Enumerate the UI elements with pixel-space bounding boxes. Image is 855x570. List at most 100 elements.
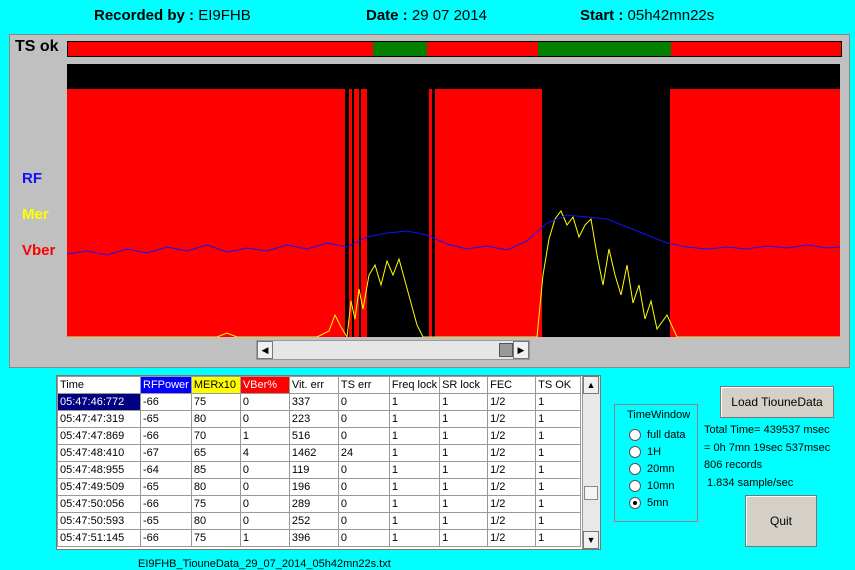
table-cell: 1	[535, 529, 582, 547]
start-label: Start :	[580, 7, 624, 24]
table-row[interactable]: 05:47:50:593 -65 80 0 252 0 1 1 1/2 1	[57, 512, 582, 530]
radio-full-data[interactable]: full data	[629, 429, 686, 441]
tsok-label: TS ok	[15, 38, 59, 55]
radio-icon[interactable]	[629, 480, 641, 492]
radio-icon[interactable]	[629, 463, 641, 475]
table-cell: 05:47:47:869	[57, 427, 141, 445]
table-cell: 1	[535, 393, 582, 411]
table-cell: 05:47:49:509	[57, 478, 141, 496]
arrow-left-icon[interactable]: ◀	[257, 341, 273, 359]
table-cell: 119	[288, 461, 339, 479]
table-cell: -65	[140, 410, 192, 428]
table-cell: 05:47:46:772	[57, 393, 141, 411]
table-cell: 80	[190, 478, 241, 496]
table-cell: 1	[388, 461, 441, 479]
table-cell: 1	[535, 427, 582, 445]
col-header-tsok[interactable]: TS OK	[535, 376, 582, 394]
col-header-srlock[interactable]: SR lock	[439, 376, 489, 394]
table-cell: 196	[288, 478, 339, 496]
chart-panel: TS ok RF Mer Vber ◀ ▶	[9, 34, 850, 368]
col-header-fec[interactable]: FEC	[487, 376, 537, 394]
table-cell: 1	[439, 495, 489, 513]
radio-1h[interactable]: 1H	[629, 446, 661, 458]
table-row[interactable]: 05:47:47:869 -66 70 1 516 0 1 1 1/2 1	[57, 427, 582, 445]
table-cell: 0	[239, 393, 290, 411]
table-cell: 1/2	[487, 478, 537, 496]
table-cell: 1/2	[487, 393, 537, 411]
table-cell: 1/2	[487, 444, 537, 462]
table-cell: 1	[535, 410, 582, 428]
radio-icon[interactable]	[629, 446, 641, 458]
radio-icon[interactable]	[629, 429, 641, 441]
table-cell: 05:47:48:955	[57, 461, 141, 479]
date-value: 29 07 2014	[411, 7, 487, 24]
legend-vber: Vber	[22, 242, 56, 259]
table-cell: 1	[388, 495, 441, 513]
table-cell: 0	[337, 529, 390, 547]
lock-strip	[67, 64, 840, 89]
table-cell: 0	[239, 495, 290, 513]
horizontal-scrollbar[interactable]: ◀ ▶	[256, 340, 530, 360]
radio-20mn[interactable]: 20mn	[629, 463, 675, 475]
col-header-rfpower[interactable]: RFPower	[140, 376, 192, 394]
radio-label: 5mn	[647, 497, 669, 509]
table-cell: 0	[239, 478, 290, 496]
rf-trace	[67, 214, 840, 256]
recorded-by: Recorded by : EI9FHB	[94, 7, 251, 24]
table-cell: 1	[388, 478, 441, 496]
table-cell: 0	[337, 393, 390, 411]
vertical-scrollbar[interactable]: ▲ ▼	[582, 376, 600, 549]
radio-5mn[interactable]: 5mn	[629, 497, 668, 509]
vscroll-thumb[interactable]	[584, 486, 598, 500]
radio-10mn[interactable]: 10mn	[629, 480, 675, 492]
table-cell: 1	[439, 410, 489, 428]
start-display: Start : 05h42mn22s	[580, 7, 714, 24]
col-header-time[interactable]: Time	[57, 376, 141, 394]
table-cell: 80	[190, 410, 241, 428]
table-cell: 05:47:48:410	[57, 444, 141, 462]
table-cell: 396	[288, 529, 339, 547]
radio-selected-icon[interactable]	[629, 497, 641, 509]
records-count: 806 records	[704, 459, 763, 471]
data-table[interactable]: Time RFPower MERx10 VBer% Vit. err TS er…	[56, 375, 601, 550]
table-cell: 337	[288, 393, 339, 411]
table-cell: 516	[288, 427, 339, 445]
table-cell: 75	[190, 529, 241, 547]
arrow-down-icon[interactable]: ▼	[583, 531, 599, 549]
table-row[interactable]: 05:47:48:955 -64 85 0 119 0 1 1 1/2 1	[57, 461, 582, 479]
table-row[interactable]: 05:47:49:509 -65 80 0 196 0 1 1 1/2 1	[57, 478, 582, 496]
timewindow-group: TimeWindow full data 1H 20mn 10mn 5mn	[614, 404, 698, 522]
col-header-viterr[interactable]: Vit. err	[288, 376, 339, 394]
table-cell: 1	[388, 393, 441, 411]
table-cell: 1	[388, 512, 441, 530]
table-row[interactable]: 05:47:46:772 -66 75 0 337 0 1 1 1/2 1	[57, 393, 582, 411]
load-tiounedata-button[interactable]: Load TiouneData	[720, 386, 834, 418]
col-header-merx10[interactable]: MERx10	[190, 376, 241, 394]
data-filename: EI9FHB_TiouneData_29_07_2014_05h42mn22s.…	[138, 558, 391, 570]
table-cell: 05:47:50:056	[57, 495, 141, 513]
table-row[interactable]: 05:47:51:145 -66 75 1 396 0 1 1 1/2 1	[57, 529, 582, 547]
table-row[interactable]: 05:47:47:319 -65 80 0 223 0 1 1 1/2 1	[57, 410, 582, 428]
table-cell: 1	[439, 393, 489, 411]
col-header-tserr[interactable]: TS err	[337, 376, 390, 394]
col-header-freqlock[interactable]: Freq lock	[388, 376, 441, 394]
table-cell: -67	[140, 444, 192, 462]
table-cell: 1	[439, 427, 489, 445]
quit-button[interactable]: Quit	[745, 495, 817, 547]
scroll-thumb[interactable]	[499, 343, 513, 357]
arrow-right-icon[interactable]: ▶	[513, 341, 529, 359]
table-cell: 65	[190, 444, 241, 462]
col-header-vber[interactable]: VBer%	[239, 376, 290, 394]
table-row[interactable]: 05:47:50:056 -66 75 0 289 0 1 1 1/2 1	[57, 495, 582, 513]
table-header-row: Time RFPower MERx10 VBer% Vit. err TS er…	[57, 376, 582, 394]
table-cell: 1	[388, 529, 441, 547]
recorded-label: Recorded by :	[94, 7, 195, 24]
signal-plot-svg	[67, 89, 840, 337]
table-row[interactable]: 05:47:48:410 -67 65 4 1462 24 1 1 1/2 1	[57, 444, 582, 462]
arrow-up-icon[interactable]: ▲	[583, 376, 599, 394]
table-cell: 1/2	[487, 410, 537, 428]
table-cell: -66	[140, 529, 192, 547]
radio-label: 10mn	[647, 480, 675, 492]
duration: = 0h 7mn 19sec 537msec	[704, 442, 831, 454]
table-cell: 05:47:51:145	[57, 529, 141, 547]
